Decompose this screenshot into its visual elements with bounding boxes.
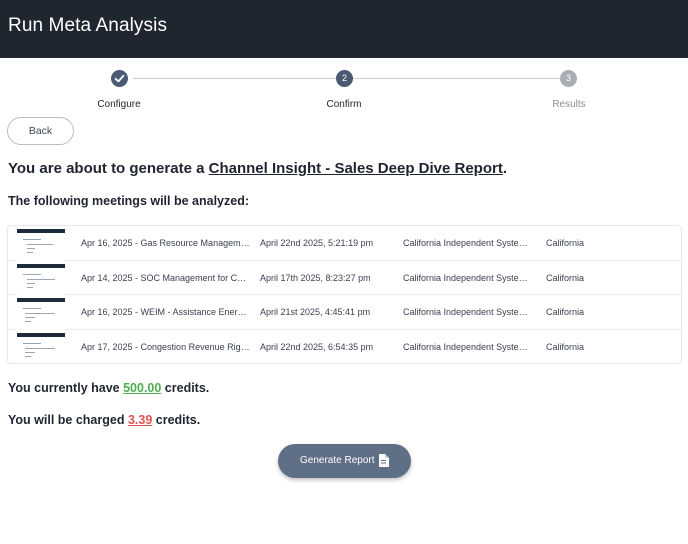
meeting-state: California [546,341,585,352]
step-connector [353,78,560,79]
credits-balance-prefix: You currently have [8,381,124,395]
meeting-row[interactable]: Apr 14, 2025 - SOC Management for Ca… Ap… [8,261,681,296]
credits-charge-suffix: credits. [152,413,201,427]
app-header: Run Meta Analysis [0,0,688,58]
meeting-organization: California Independent Syste… [403,341,528,352]
meeting-date: April 22nd 2025, 5:21:19 pm [260,238,374,248]
meeting-organization: California Independent Syste… [403,272,528,283]
meetings-list: Apr 16, 2025 - Gas Resource Management A… [7,225,682,364]
step-results-label: Results [552,99,586,110]
step-confirm-label: Confirm [326,99,362,110]
meeting-thumbnail [17,263,65,296]
meeting-thumbnail [17,229,65,261]
meeting-row[interactable]: Apr 17, 2025 - Congestion Revenue Rig… A… [8,330,681,363]
step-results-indicator: 3 [560,70,577,87]
meeting-thumbnail [17,298,65,330]
document-icon [379,454,389,467]
meeting-row[interactable]: Apr 16, 2025 - Gas Resource Management A… [8,226,681,261]
credits-balance-suffix: credits. [161,381,210,395]
progress-stepper: 2 3 Configure Confirm Results [0,68,688,114]
report-intro: You are about to generate a Channel Insi… [8,160,507,177]
meeting-title: Apr 16, 2025 - Gas Resource Management [81,238,251,248]
report-intro-suffix: . [502,160,508,177]
credits-balance: You currently have 500.00 credits. [8,381,209,395]
meetings-heading: The following meetings will be analyzed: [8,194,250,208]
meeting-title: Apr 17, 2025 - Congestion Revenue Rig… [81,341,250,352]
step-configure-label: Configure [97,99,141,110]
meeting-date: April 21st 2025, 4:45:41 pm [260,307,371,317]
meeting-organization: California Independent Syste… [403,238,528,248]
meeting-state: California [546,307,585,317]
credits-balance-amount: 500.00 [123,381,162,395]
meeting-date: April 22nd 2025, 6:54:35 pm [260,341,374,352]
meeting-title: Apr 16, 2025 - WEIM - Assistance Energ… [81,307,251,317]
meeting-organization: California Independent Syste… [403,307,528,317]
step-configure-indicator [111,70,128,87]
report-intro-prefix: You are about to generate a [8,160,209,177]
meeting-title: Apr 14, 2025 - SOC Management for Ca… [81,272,251,283]
meeting-state: California [546,272,585,283]
report-name-link[interactable]: Channel Insight - Sales Deep Dive Report [209,160,503,177]
credits-charge-amount: 3.39 [127,413,153,427]
generate-report-label: Generate Report [300,455,375,466]
credits-charge: You will be charged 3.39 credits. [8,413,200,427]
meeting-row[interactable]: Apr 16, 2025 - WEIM - Assistance Energ… … [8,295,681,330]
meeting-date: April 17th 2025, 8:23:27 pm [260,272,371,283]
meeting-state: California [546,238,585,248]
back-button[interactable]: Back [7,117,74,145]
step-connector [133,78,336,79]
credits-charge-prefix: You will be charged [8,413,128,427]
generate-report-button[interactable]: Generate Report [278,444,411,478]
check-icon [114,74,125,83]
meeting-thumbnail [17,332,65,363]
step-confirm-indicator: 2 [336,70,353,87]
page-title: Run Meta Analysis [8,15,168,36]
